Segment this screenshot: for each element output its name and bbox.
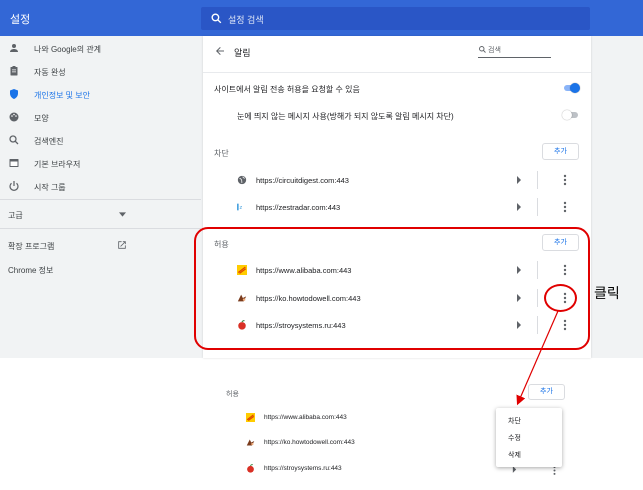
quiet-messaging-label: 눈에 띄지 않는 메시지 사용(방해가 되지 않도록 알림 메시지 차단) — [237, 112, 454, 121]
block-section-label: 차단 — [214, 149, 229, 158]
sidebar-item-appearance[interactable]: 모양 — [0, 107, 200, 129]
globe-icon — [237, 175, 247, 185]
search-icon — [211, 13, 222, 24]
sidebar-item-label: 나와 Google의 관계 — [34, 45, 102, 54]
ask-to-send-toggle[interactable] — [562, 83, 580, 93]
sidebar-item-you-and-google[interactable]: 나와 Google의 관계 — [0, 38, 200, 60]
site-url: https://stroysystems.ru:443 — [264, 465, 342, 472]
menu-item-remove[interactable]: 삭제 — [508, 450, 521, 460]
caret-down-icon — [119, 212, 126, 217]
sidebar-divider — [0, 199, 201, 200]
sidebar-item-extensions[interactable]: 확장 프로그램 — [0, 235, 200, 257]
sidebar-item-on-startup[interactable]: 시작 그룹 — [0, 176, 200, 198]
menu-item-block[interactable]: 차단 — [508, 416, 521, 426]
ask-to-send-label: 사이트에서 알림 전송 허용을 요청할 수 있음 — [214, 85, 360, 94]
chevron-right-icon[interactable] — [516, 203, 522, 211]
about-label: Chrome 정보 — [8, 266, 54, 275]
back-arrow-icon[interactable] — [214, 45, 226, 57]
palette-icon — [9, 112, 19, 122]
search-icon — [9, 135, 19, 145]
search-icon — [479, 46, 486, 53]
clipboard-icon — [10, 66, 18, 76]
row-separator — [537, 171, 538, 189]
sidebar-divider — [0, 228, 201, 229]
settings-search-input[interactable]: 설정 검색 — [201, 7, 590, 30]
extensions-label: 확장 프로그램 — [8, 242, 55, 251]
top-bar: 설정 설정 검색 — [0, 0, 643, 36]
sidebar-item-default-browser[interactable]: 기본 브라우저 — [0, 153, 200, 175]
allow-section-highlight — [194, 227, 590, 350]
howtodowell-favicon-icon — [246, 439, 255, 446]
block-add-button[interactable]: 추가 — [542, 143, 579, 160]
sidebar-item-about-chrome[interactable]: Chrome 정보 — [0, 259, 200, 281]
sidebar-item-privacy-security[interactable]: 개인정보 및 보안 — [0, 84, 200, 106]
more-vert-icon[interactable] — [562, 174, 568, 186]
open-in-new-icon — [118, 241, 126, 249]
chevron-right-icon[interactable] — [512, 466, 517, 473]
notifications-search-input[interactable]: 검색 — [478, 44, 551, 58]
site-url: https://zestradar.com:443 — [256, 203, 341, 212]
sidebar-item-label: 모양 — [34, 114, 49, 123]
sidebar-item-label: 자동 완성 — [34, 68, 66, 77]
app-title: 설정 — [10, 14, 31, 26]
sidebar-item-advanced[interactable]: 고급 — [0, 204, 200, 226]
shield-icon — [10, 89, 18, 99]
zoomed-add-button[interactable]: 추가 — [528, 384, 565, 400]
site-url: https://circuitdigest.com:443 — [256, 176, 349, 185]
zoomed-allow-label: 허용 — [226, 391, 239, 398]
alibaba-favicon-icon — [246, 413, 255, 422]
menu-item-edit[interactable]: 수정 — [508, 433, 521, 443]
more-vert-icon[interactable] — [562, 201, 568, 213]
stroysystems-favicon-icon — [247, 464, 254, 473]
site-row-circuitdigest[interactable]: https://circuitdigest.com:443 — [237, 168, 581, 192]
advanced-label: 고급 — [8, 211, 23, 220]
search-placeholder: 검색 — [488, 47, 501, 54]
browser-icon — [9, 159, 19, 167]
zestradar-favicon-icon: z — [237, 203, 243, 211]
site-url: https://www.alibaba.com:443 — [264, 414, 347, 421]
power-icon — [9, 181, 19, 191]
svg-text:z: z — [240, 205, 243, 211]
site-actions-menu: 차단 수정 삭제 — [496, 408, 562, 467]
site-url: https://ko.howtodowell.com:443 — [264, 439, 355, 446]
person-icon — [10, 44, 18, 52]
sidebar: 나와 Google의 관계 자동 완성 개인정보 및 보안 모양 검색엔진 기본… — [0, 36, 201, 358]
sidebar-item-label: 기본 브라우저 — [34, 160, 81, 169]
divider — [203, 72, 591, 73]
sidebar-item-label: 개인정보 및 보안 — [34, 91, 90, 100]
sidebar-item-search-engine[interactable]: 검색엔진 — [0, 130, 200, 152]
chevron-right-icon[interactable] — [516, 176, 522, 184]
row-separator — [537, 198, 538, 216]
site-row-zestradar[interactable]: z https://zestradar.com:443 — [237, 195, 581, 219]
more-button-highlight — [544, 284, 577, 312]
quiet-messaging-toggle[interactable] — [562, 110, 580, 120]
page-title: 알림 — [234, 48, 251, 58]
sidebar-item-label: 검색엔진 — [34, 137, 64, 146]
click-annotation-label: 클릭 — [594, 285, 620, 301]
sidebar-item-autofill[interactable]: 자동 완성 — [0, 61, 200, 83]
search-placeholder: 설정 검색 — [228, 15, 264, 25]
sidebar-item-label: 시작 그룹 — [34, 183, 66, 192]
